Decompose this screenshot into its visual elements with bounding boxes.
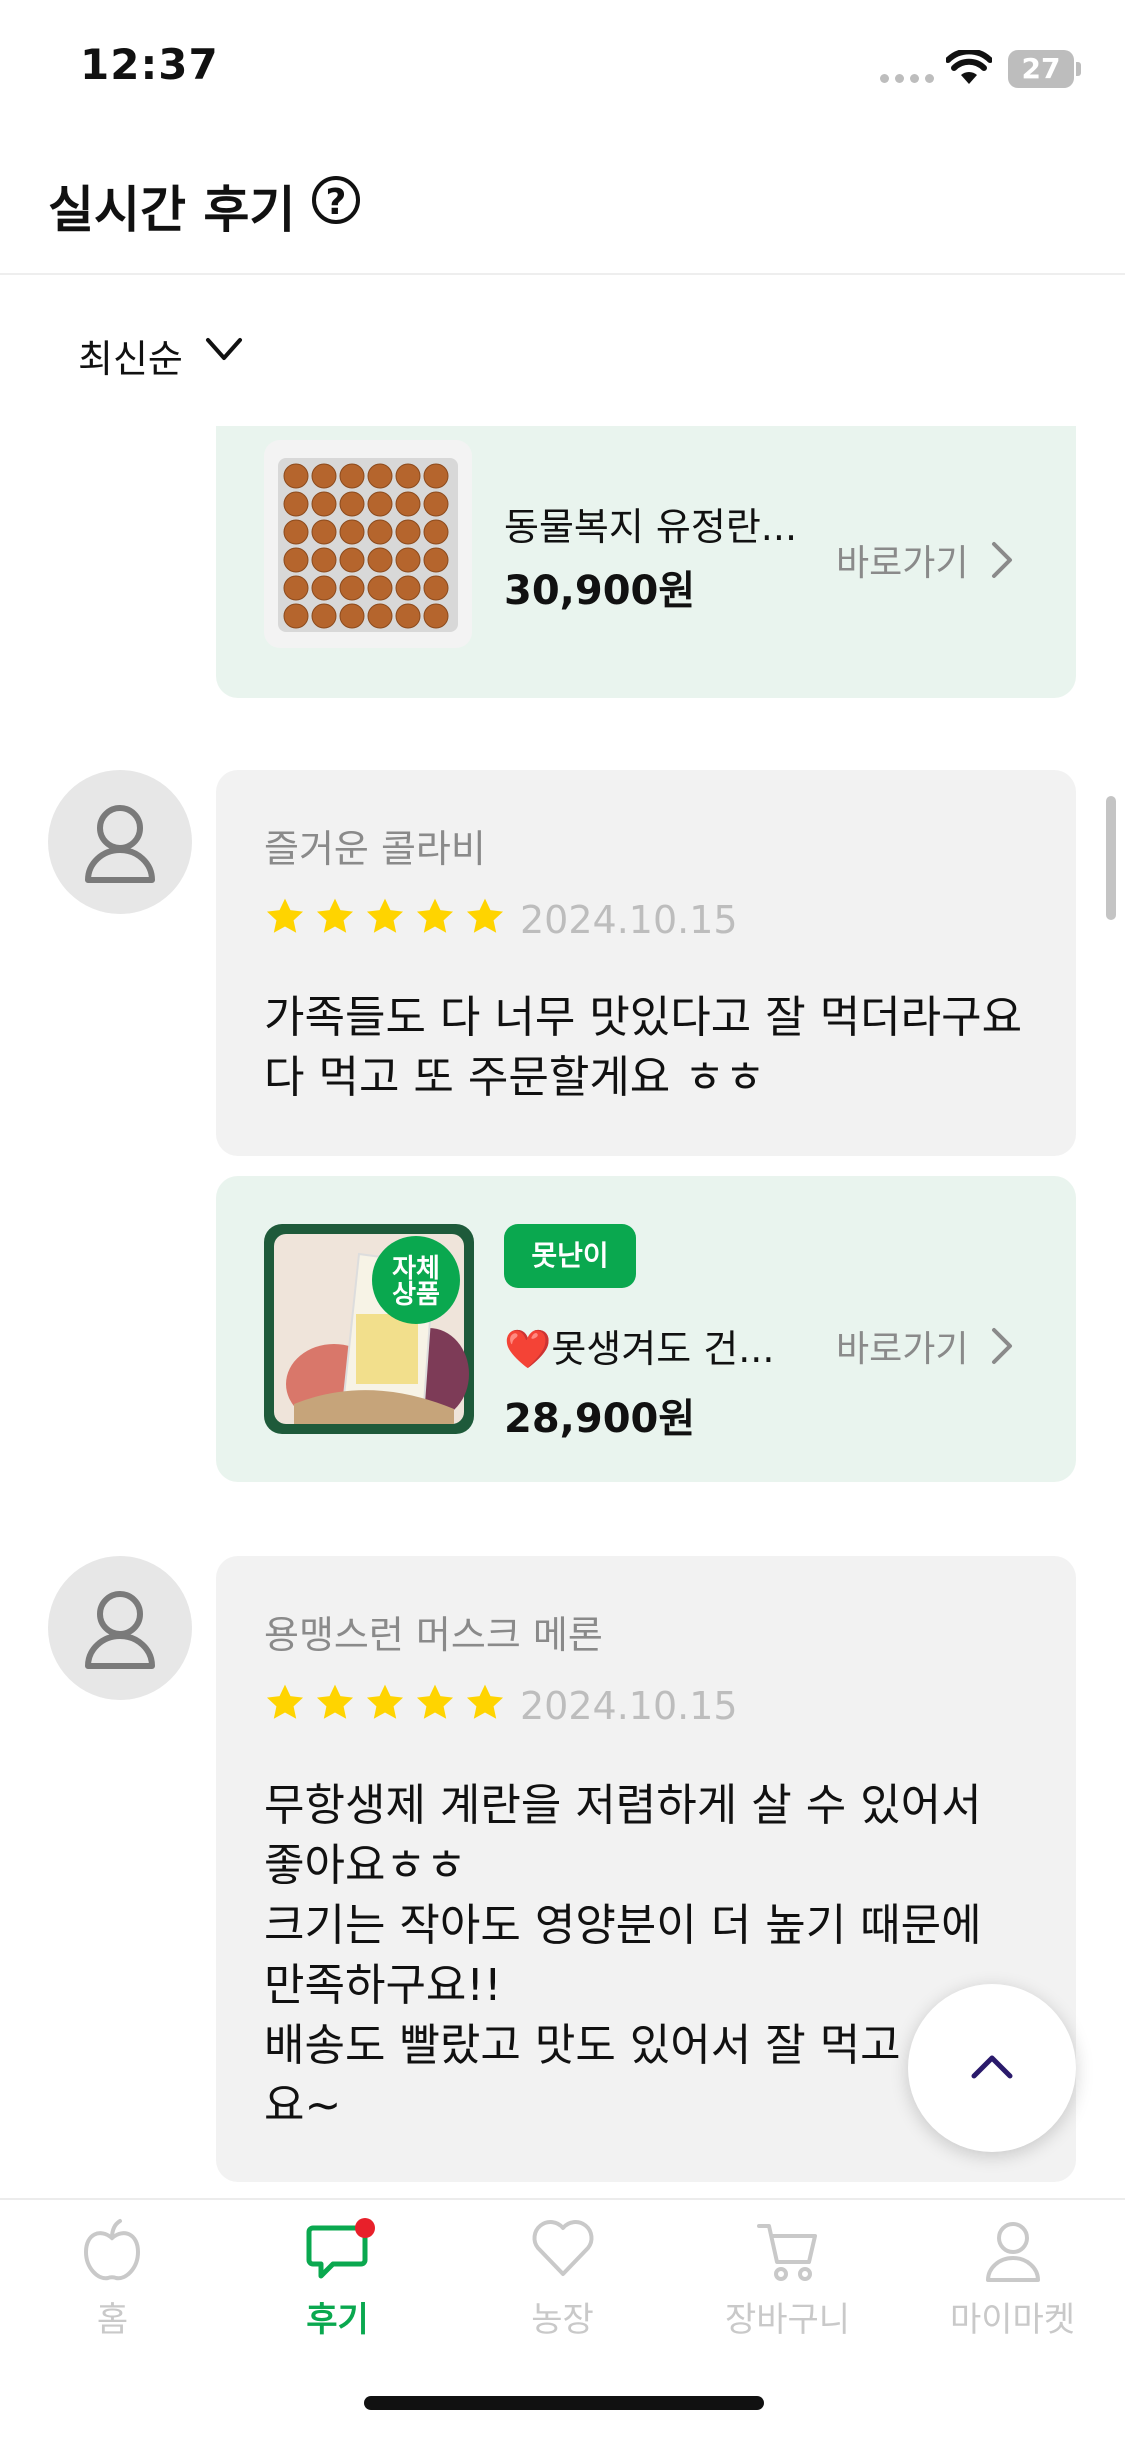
star-rating — [264, 1682, 506, 1724]
user-icon — [986, 2222, 1040, 2282]
egg-tray-thumbnail[interactable] — [264, 440, 472, 648]
nav-item-mymarket[interactable]: 마이마켓 — [900, 2200, 1125, 2390]
star-icon — [366, 1684, 404, 1719]
nav-label: 장바구니 — [724, 2300, 851, 2340]
chevron-right-icon[interactable] — [990, 1326, 1014, 1366]
nav-item-reviews[interactable]: 후기 — [225, 2200, 450, 2390]
status-time: 12:37 — [80, 40, 219, 89]
battery-icon: 27 — [1008, 50, 1074, 88]
egg-tray-image — [278, 458, 458, 632]
cart-icon — [757, 2224, 817, 2281]
goto-link[interactable]: 바로가기 — [836, 1320, 968, 1372]
home-indicator — [364, 2396, 764, 2410]
avatar — [48, 1556, 192, 1700]
star-icon — [466, 1684, 504, 1719]
review-text: 가족들도 다 너무 맛있다고 잘 먹더라구요 다 먹고 또 주문할게요 ㅎㅎ — [264, 992, 1023, 1103]
question-circle-icon[interactable]: ? — [312, 176, 360, 224]
avatar — [48, 770, 192, 914]
reviewer-nickname: 용맹스런 머스크 메론 — [264, 1613, 603, 1657]
category-badge: 못난이 — [504, 1224, 636, 1288]
star-icon — [366, 898, 404, 933]
nav-label: 농장 — [531, 2300, 594, 2340]
user-icon — [85, 805, 155, 883]
notification-dot — [355, 2218, 375, 2238]
heart-icon — [532, 2220, 594, 2276]
star-rating — [264, 896, 506, 938]
product-price: 28,900원 — [504, 1396, 696, 1442]
star-icon — [316, 898, 354, 933]
nav-item-home[interactable]: 홈 — [0, 2200, 225, 2390]
private-label-text: 자체 상품 — [392, 1254, 440, 1310]
product-name[interactable]: ❤️못생겨도 건... — [504, 1318, 774, 1373]
star-icon — [416, 1684, 454, 1719]
star-icon — [316, 1684, 354, 1719]
scrollbar[interactable] — [1106, 796, 1116, 920]
user-icon — [85, 1591, 155, 1669]
review-date: 2024.10.15 — [520, 1684, 738, 1728]
reviewer-nickname: 즐거운 콜라비 — [264, 827, 486, 871]
cellular-signal-icon — [880, 74, 934, 84]
product-name[interactable]: 동물복지 유정란... — [504, 496, 797, 551]
star-icon — [266, 1684, 304, 1719]
battery-cap — [1076, 62, 1081, 76]
sort-dropdown[interactable]: 최신순 — [78, 328, 183, 383]
nav-item-cart[interactable]: 장바구니 — [675, 2200, 900, 2390]
product-price: 30,900원 — [504, 568, 696, 614]
review-date: 2024.10.15 — [520, 898, 738, 942]
star-icon — [416, 898, 454, 933]
chevron-up-icon — [971, 2055, 1013, 2079]
header-divider — [0, 273, 1125, 275]
chevron-down-icon[interactable] — [204, 334, 244, 364]
chat-bubble-icon — [306, 2218, 375, 2279]
nav-item-farm[interactable]: 농장 — [450, 2200, 675, 2390]
nav-label: 홈 — [96, 2300, 129, 2340]
apple-icon — [83, 2219, 141, 2281]
goto-link[interactable]: 바로가기 — [836, 534, 968, 586]
star-icon — [266, 898, 304, 933]
scroll-to-top-button[interactable] — [908, 1984, 1076, 2152]
chevron-right-icon[interactable] — [990, 540, 1014, 580]
nav-label: 마이마켓 — [949, 2300, 1076, 2340]
nav-label: 후기 — [306, 2300, 369, 2340]
page-title: 실시간 후기 — [48, 181, 296, 239]
wifi-icon — [946, 50, 992, 84]
star-icon — [466, 898, 504, 933]
